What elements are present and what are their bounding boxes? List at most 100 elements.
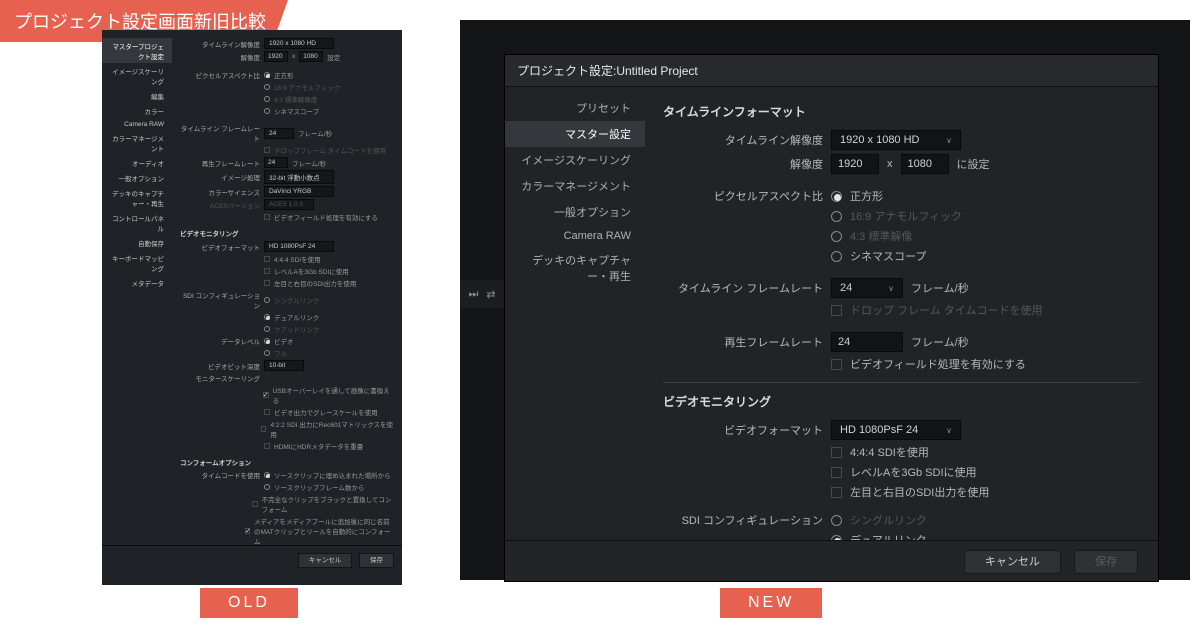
videofield-check[interactable]	[264, 214, 270, 220]
timeline-res-select[interactable]: 1920 x 1080 HD∨	[831, 130, 961, 150]
res-w-input[interactable]: 1920	[831, 154, 879, 174]
check[interactable]	[264, 256, 270, 262]
tl-framerate-select[interactable]: 24	[264, 128, 294, 139]
check[interactable]	[831, 467, 842, 478]
cancel-button[interactable]: キャンセル	[964, 550, 1061, 574]
loop-icon[interactable]: ⇄	[486, 288, 495, 301]
label: SDI コンフィギュレーション	[180, 290, 260, 310]
sidebar-item[interactable]: デッキのキャプチャー・再生	[505, 247, 645, 289]
label: タイムライン解像度	[180, 39, 260, 49]
videofmt-select[interactable]: HD 1080PsF 24	[264, 241, 334, 252]
label: タイムライン フレームレート	[180, 123, 260, 143]
videofmt-select[interactable]: HD 1080PsF 24∨	[831, 420, 961, 440]
sdi-radio[interactable]	[264, 314, 270, 320]
check[interactable]	[831, 487, 842, 498]
videofield-check[interactable]	[831, 359, 842, 370]
dropframe-check[interactable]	[831, 305, 842, 316]
old-sidebar: マスタープロジェクト設定 イメージスケーリング 編集 カラー Camera RA…	[102, 30, 172, 545]
section-header: コンフォームオプション	[180, 457, 394, 467]
label: 再生フレームレート	[663, 334, 823, 350]
sdi-radio[interactable]	[831, 515, 842, 526]
label: 解像度	[180, 52, 260, 62]
sidebar-item[interactable]: 一般オプション	[102, 170, 172, 185]
sidebar-item[interactable]: カラーマネージメント	[505, 173, 645, 199]
label: カラーサイエンス	[180, 187, 260, 197]
check[interactable]	[252, 501, 257, 507]
aspect-radio[interactable]	[831, 211, 842, 222]
sdi-radio[interactable]	[264, 297, 270, 303]
aspect-radio[interactable]	[264, 108, 270, 114]
check[interactable]	[264, 268, 270, 274]
pb-framerate-input[interactable]: 24	[264, 157, 288, 168]
check[interactable]	[264, 409, 270, 415]
section-header: ビデオモニタリング	[663, 393, 1140, 410]
sidebar-item[interactable]: 自動保存	[102, 235, 172, 250]
img-proc-select[interactable]: 32-bit 浮動小数点	[264, 170, 334, 184]
label: ピクセルアスペクト比	[180, 70, 260, 80]
datalevel-radio[interactable]	[264, 350, 270, 356]
aspect-radio[interactable]	[264, 84, 270, 90]
label: イメージ処理	[180, 172, 260, 182]
aspect-radio[interactable]	[264, 96, 270, 102]
sidebar-item[interactable]: オーディオ	[102, 155, 172, 170]
tc-radio[interactable]	[264, 484, 270, 490]
res-h-input[interactable]: 1080	[901, 154, 949, 174]
label: ACESバージョン	[180, 200, 260, 210]
sidebar-item[interactable]: Camera RAW	[102, 118, 172, 130]
chevron-down-icon: ∨	[888, 284, 894, 293]
cancel-button[interactable]: キャンセル	[298, 553, 353, 568]
label: SDI コンフィギュレーション	[663, 512, 823, 528]
sidebar-item[interactable]: コントロールパネル	[102, 210, 172, 235]
sidebar-item[interactable]: カラーマネージメント	[102, 130, 172, 155]
next-icon[interactable]: ⏭	[468, 288, 478, 301]
dropframe-check[interactable]	[264, 147, 270, 153]
save-button[interactable]: 保存	[359, 553, 394, 568]
pb-framerate-input[interactable]: 24	[831, 332, 903, 352]
divider	[663, 382, 1140, 383]
sidebar-item[interactable]: プリセット	[505, 95, 645, 121]
sidebar-item[interactable]: キーボードマッピング	[102, 250, 172, 275]
label: 解像度	[663, 156, 823, 172]
check[interactable]	[263, 392, 269, 398]
sidebar-item[interactable]: 編集	[102, 88, 172, 103]
sidebar-item[interactable]: マスタープロジェクト設定	[102, 38, 172, 63]
sidebar-item[interactable]: マスター設定	[505, 121, 645, 147]
sidebar-item[interactable]: 一般オプション	[505, 199, 645, 225]
new-sidebar: プリセット マスター設定 イメージスケーリング カラーマネージメント 一般オプシ…	[505, 87, 645, 540]
sidebar-item[interactable]: メタデータ	[102, 275, 172, 290]
save-button[interactable]: 保存	[1074, 550, 1138, 574]
sidebar-item[interactable]: イメージスケーリング	[505, 147, 645, 173]
label: ピクセルアスペクト比	[663, 188, 823, 204]
old-tag: OLD	[200, 588, 298, 618]
check[interactable]	[264, 443, 270, 449]
sdi-radio[interactable]	[831, 535, 842, 541]
datalevel-radio[interactable]	[264, 338, 270, 344]
tl-framerate-select[interactable]: 24∨	[831, 278, 903, 298]
res-w-input[interactable]: 1920	[264, 51, 288, 62]
colorscience-select[interactable]: DaVinci YRGB	[264, 186, 334, 197]
check[interactable]	[261, 426, 267, 432]
sidebar-item[interactable]: イメージスケーリング	[102, 63, 172, 88]
tc-radio[interactable]	[264, 472, 270, 478]
check[interactable]	[245, 528, 250, 534]
old-main: タイムライン解像度1920 x 1080 HD 解像度1920x1080設定 ピ…	[172, 30, 402, 545]
chevron-down-icon: ∨	[946, 136, 952, 145]
label: タイムライン解像度	[663, 132, 823, 148]
timeline-res-select[interactable]: 1920 x 1080 HD	[264, 38, 334, 49]
label: ビデオフォーマット	[663, 422, 823, 438]
chevron-down-icon: ∨	[946, 426, 952, 435]
sidebar-item[interactable]: Camera RAW	[505, 225, 645, 247]
bitdepth-select[interactable]: 10-bit	[264, 360, 304, 371]
check[interactable]	[831, 447, 842, 458]
aspect-radio[interactable]	[264, 72, 270, 78]
label: モニタースケーリング	[180, 373, 260, 383]
sidebar-item[interactable]: カラー	[102, 103, 172, 118]
res-h-input[interactable]: 1080	[299, 51, 323, 62]
aspect-radio[interactable]	[831, 251, 842, 262]
sidebar-item[interactable]: デッキのキャプチャー・再生	[102, 185, 172, 210]
aspect-radio[interactable]	[831, 191, 842, 202]
aspect-radio[interactable]	[831, 231, 842, 242]
label: タイムライン フレームレート	[663, 280, 823, 296]
check[interactable]	[264, 280, 270, 286]
sdi-radio[interactable]	[264, 326, 270, 332]
